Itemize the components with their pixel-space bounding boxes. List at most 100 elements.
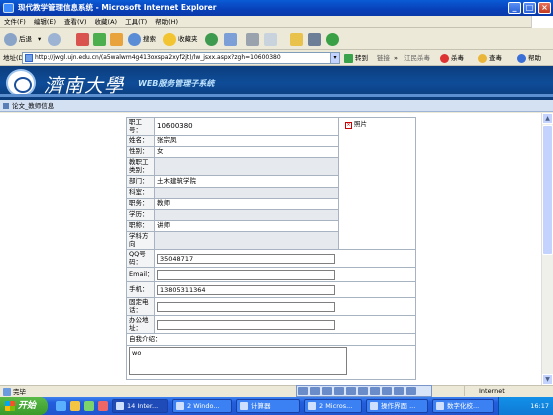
ime-icon[interactable] [334,387,344,395]
quicklaunch-folder-icon[interactable] [70,401,80,411]
toolbar: 后退 ▾ 搜索 收藏夹 [0,28,553,50]
print-button[interactable] [246,31,261,47]
field-value: 女 [154,146,339,158]
email-input[interactable] [157,269,335,280]
antivirus-button[interactable]: 杀毒 [440,50,464,66]
intro-label: 自我介绍： [126,333,416,346]
messenger-button[interactable] [308,31,323,47]
task-ie[interactable]: 14 Inter... [112,399,168,413]
mobile-input[interactable] [157,284,335,295]
university-seal [6,69,36,97]
scroll-up-icon[interactable]: ▲ [542,113,553,124]
field-label: 办公地址： [126,315,155,334]
phone-input[interactable] [157,301,335,312]
field-label: 学科方向 [126,231,155,250]
breadcrumb-icon [3,103,9,109]
table-row: 手机： [126,281,416,298]
ime-icon[interactable] [394,387,404,395]
back-dropdown[interactable]: ▾ [38,31,41,47]
folder-icon [290,32,303,46]
link-jiangmin[interactable]: 江民杀毒 [404,50,430,66]
help-link[interactable]: 帮助 [517,50,541,66]
windows-flag-icon [5,401,15,411]
edit-icon [264,32,277,46]
field-label: 科室： [126,187,155,199]
maximize-button[interactable]: □ [523,2,536,14]
refresh-icon [93,32,106,46]
breadcrumb-text: 论文_教师信息 [12,102,55,110]
menu-help[interactable]: 帮助(H) [151,16,182,28]
task-ui[interactable]: 操作界面 ... [366,399,428,413]
system-tray: 16:17 [498,397,553,415]
field-label: Email： [126,267,155,282]
menu-favorites[interactable]: 收藏(A) [91,16,122,28]
menu-edit[interactable]: 编辑(E) [30,16,60,28]
ime-icon[interactable] [310,387,320,395]
ime-icon[interactable] [322,387,332,395]
vertical-scrollbar[interactable]: ▲ ▼ [541,113,553,385]
field-label: 职工号： [126,117,155,136]
address-url: http://jwgl.ujn.edu.cn/(a5walwm4g413oxsp… [35,54,281,61]
field-value: 教师 [154,198,339,210]
self-intro-textarea[interactable]: wo [129,347,347,376]
language-bar[interactable] [296,385,432,397]
stop-button[interactable] [76,31,91,47]
menu-file[interactable]: 文件(F) [0,16,30,28]
minimize-button[interactable]: _ [508,2,521,14]
clock[interactable]: 16:17 [530,402,549,410]
scan-button[interactable]: 查毒 [478,50,502,66]
back-button[interactable]: 后退 [4,31,32,47]
menu-view[interactable]: 查看(V) [60,16,91,28]
refresh-button[interactable] [93,31,108,47]
links-label[interactable]: 链接 [377,50,390,66]
menu-tools[interactable]: 工具(T) [121,16,151,28]
window-title-bar[interactable]: 现代教学管理信息系统 - Microsoft Internet Explorer… [0,0,553,16]
go-button[interactable]: 转到 [344,50,368,66]
internet-zone-label: Internet [479,387,505,395]
search-button[interactable]: 搜索 [128,31,156,47]
quicklaunch-ie-icon[interactable] [56,401,66,411]
table-row: 职工号： 10600380 × 照片 [126,117,416,250]
menu-bar: 文件(F) 编辑(E) 查看(V) 收藏(A) 工具(T) 帮助(H) [0,16,553,28]
office-address-input[interactable] [157,319,335,330]
ime-icon[interactable] [370,387,380,395]
ime-icon[interactable] [346,387,356,395]
field-label: 部门： [126,175,155,188]
links-more[interactable]: » [394,50,398,66]
quicklaunch-app-icon[interactable] [98,401,108,411]
quicklaunch-desktop-icon[interactable] [84,401,94,411]
favorites-button[interactable]: 收藏夹 [163,31,198,47]
ime-icon[interactable] [358,387,368,395]
task-campus[interactable]: 数字化校... [432,399,494,413]
qq-input[interactable] [157,253,335,264]
field-value: 讲师 [154,220,339,232]
teacher-info-table: 职工号： 10600380 × 照片 姓名： 张宗凤 性别：女 教职工类别： 部门：… [126,117,416,380]
research-button[interactable] [326,31,341,47]
close-button[interactable]: × [538,2,551,14]
home-button[interactable] [110,31,125,47]
task-microsoft[interactable]: 2 Micros... [304,399,362,413]
address-input[interactable]: http://jwgl.ujn.edu.cn/(a5walwm4g413oxsp… [22,52,340,64]
start-button[interactable]: 开始 [0,397,48,415]
mail-button[interactable] [224,31,239,47]
task-calculator[interactable]: 计算器 [236,399,300,413]
back-arrow-icon [4,32,17,46]
media-button[interactable] [205,31,220,47]
field-label: 学历： [126,209,155,221]
ime-icon[interactable] [382,387,392,395]
ime-icon[interactable] [298,387,308,395]
scroll-down-icon[interactable]: ▼ [542,374,553,385]
task-icon [176,402,184,410]
folder-button[interactable] [290,31,305,47]
ime-icon[interactable] [406,387,416,395]
forward-button[interactable] [48,31,63,47]
security-zone: Internet [464,386,553,396]
home-icon [110,32,123,46]
scroll-thumb[interactable] [542,125,553,255]
address-dropdown[interactable]: ▾ [330,52,340,64]
field-value [154,157,339,176]
field-input-cell [154,249,416,268]
task-windows[interactable]: 2 Windo... [172,399,232,413]
messenger-icon [308,32,321,46]
edit-button[interactable] [264,31,279,47]
